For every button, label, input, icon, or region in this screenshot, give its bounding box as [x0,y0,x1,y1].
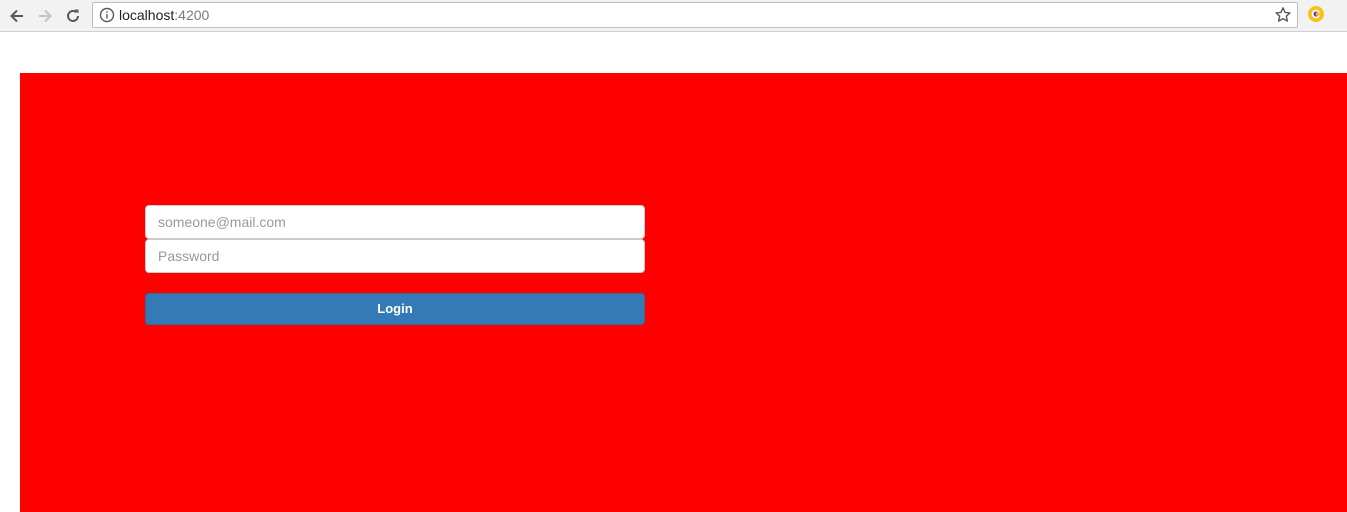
arrow-left-icon [10,9,23,23]
address-bar[interactable]: localhost:4200 [92,2,1298,28]
back-button[interactable] [5,4,29,28]
browser-toolbar: localhost:4200 [0,0,1347,32]
extension-icon[interactable] [1307,5,1325,23]
login-button[interactable]: Login [145,293,645,325]
login-form: Login [145,205,645,325]
page-viewport: Login [0,33,1347,512]
url-text[interactable]: localhost:4200 [119,7,209,24]
reload-icon [67,9,79,22]
password-field[interactable] [145,239,645,273]
login-panel: Login [20,73,1347,512]
info-icon[interactable] [99,7,115,23]
star-icon[interactable] [1274,6,1292,24]
email-field[interactable] [145,205,645,239]
url-port: :4200 [174,7,210,23]
arrow-right-icon [39,9,52,23]
forward-button[interactable] [33,4,57,28]
reload-button[interactable] [61,4,85,28]
url-host: localhost [119,7,175,23]
